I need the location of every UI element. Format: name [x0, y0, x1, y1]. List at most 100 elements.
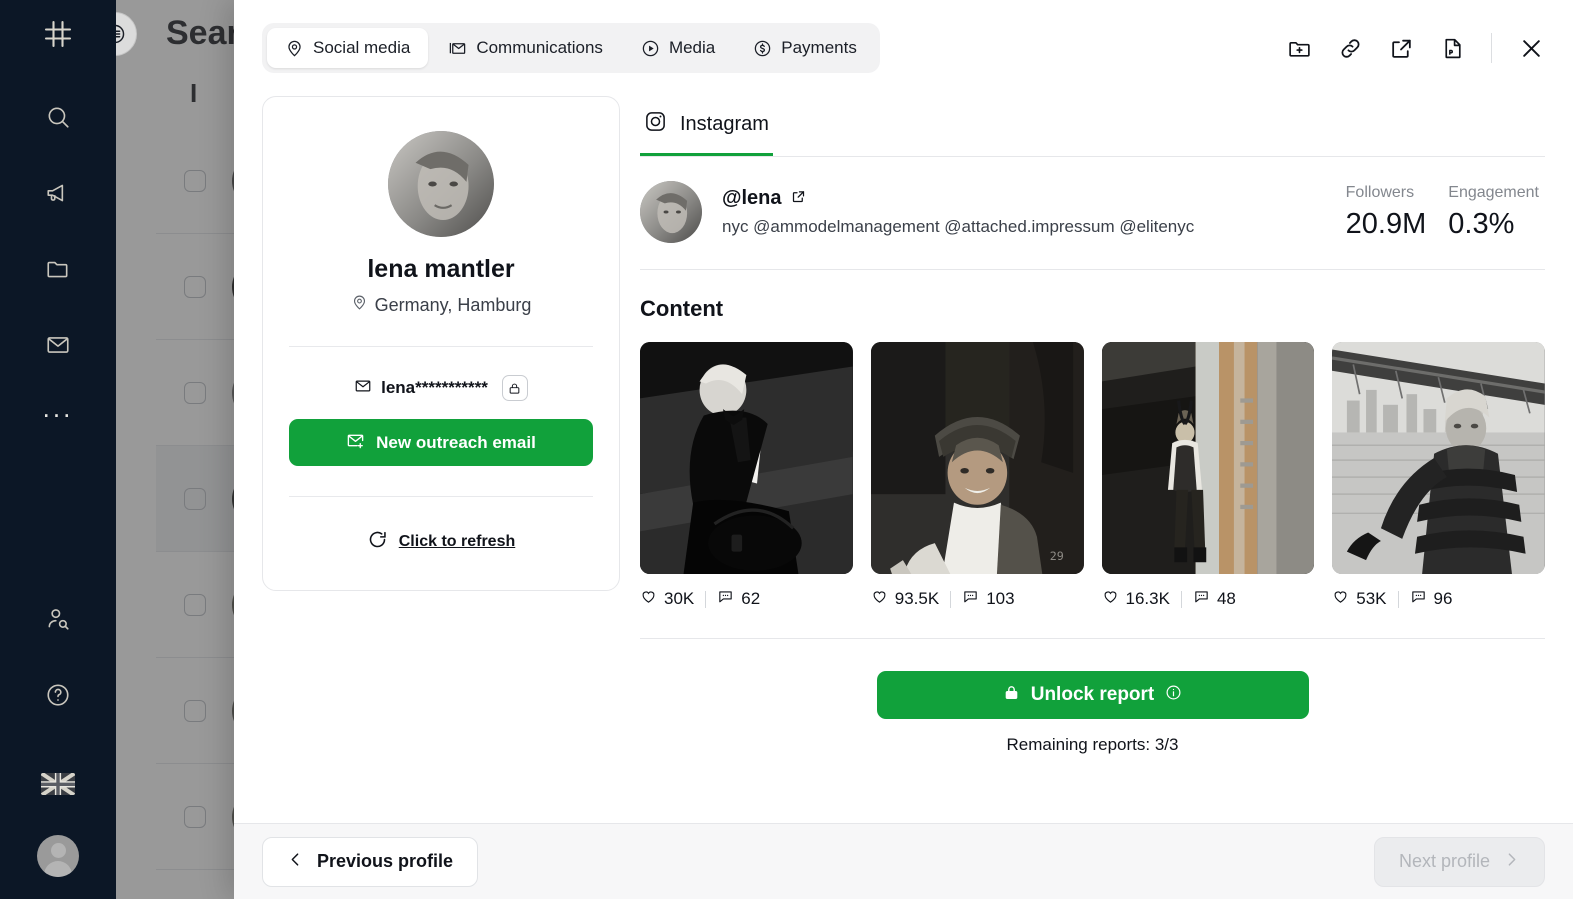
new-outreach-email-button[interactable]: New outreach email — [289, 419, 593, 466]
post-stats: 93.5K 103 — [871, 588, 1084, 610]
refresh-button[interactable]: Click to refresh — [367, 529, 515, 555]
sidebar-item-mail[interactable] — [35, 322, 81, 368]
profile-location-label: Germany, Hamburg — [374, 294, 532, 315]
sliders-logo-icon[interactable] — [40, 16, 76, 57]
map-pin-icon — [351, 294, 368, 316]
post-stats: 16.3K 48 — [1102, 588, 1315, 610]
post-likes-value: 93.5K — [894, 589, 940, 608]
sidebar-item-campaigns[interactable] — [35, 170, 81, 216]
unlock-section: Unlock report Remaining reports: 3/3 — [640, 638, 1545, 755]
post-comments: 96 — [1410, 588, 1453, 610]
post-stats: 30K 62 — [640, 588, 853, 610]
instagram-icon — [644, 110, 667, 139]
post-likes-value: 53K — [1356, 589, 1387, 608]
sidebar-item-find-creators[interactable] — [35, 596, 81, 642]
post-comments-value: 96 — [1433, 589, 1453, 608]
play-circle-icon — [641, 39, 660, 58]
sidebar-item-folders[interactable] — [35, 246, 81, 292]
link-icon[interactable] — [1338, 36, 1363, 61]
header-divider — [1491, 33, 1492, 63]
at-pin-icon — [285, 39, 304, 58]
sidebar-item-more[interactable]: ... — [43, 395, 74, 421]
profile-avatar — [388, 131, 494, 237]
stat-engagement: Engagement 0.3% — [1448, 184, 1539, 241]
platform-bio: nyc @ammodelmanagement @attached.impress… — [722, 217, 1195, 236]
stat-divider — [1397, 590, 1399, 608]
platform-tabbar: Instagram — [640, 104, 1545, 157]
uk-flag-icon[interactable] — [35, 761, 81, 807]
content-post: 53K 96 — [1332, 342, 1545, 610]
post-likes: 53K — [1332, 588, 1387, 610]
heart-icon — [1102, 588, 1119, 610]
profile-email-masked: lena*********** — [381, 378, 488, 397]
stat-value: 20.9M — [1345, 207, 1427, 240]
tab-label: Media — [668, 38, 716, 57]
modal-body: lena mantler Germany, Hamburg lena******… — [234, 96, 1573, 823]
pdf-file-icon[interactable] — [1440, 36, 1465, 61]
tab-instagram-label: Instagram — [680, 113, 769, 135]
folder-plus-icon[interactable] — [1287, 36, 1312, 61]
stat-followers: Followers 20.9M — [1346, 184, 1427, 241]
post-likes-value: 30K — [664, 589, 695, 608]
unlock-report-label: Unlock report — [1030, 684, 1155, 705]
external-link-icon[interactable] — [791, 187, 806, 210]
profile-modal: Social media Communications Media Paymen… — [234, 0, 1573, 899]
header-actions — [1287, 33, 1545, 63]
lock-icon[interactable] — [501, 375, 528, 401]
next-profile-label: Next profile — [1398, 851, 1490, 871]
comment-icon — [1193, 588, 1210, 610]
modal-tabs: Social media Communications Media Paymen… — [262, 23, 880, 73]
post-thumbnail[interactable]: 29 — [870, 342, 1084, 574]
tab-label: Payments — [781, 38, 857, 57]
post-thumbnail[interactable] — [640, 342, 853, 574]
lock-icon — [1003, 684, 1020, 707]
stat-value: 0.3% — [1448, 207, 1515, 240]
profile-email: lena*********** — [354, 375, 528, 401]
profile-name: lena mantler — [367, 255, 515, 283]
post-likes: 93.5K — [871, 588, 939, 610]
post-thumbnail[interactable] — [1101, 342, 1315, 574]
tab-media[interactable]: Media — [623, 28, 733, 68]
content-post: 30K 62 — [640, 342, 853, 610]
sidebar-item-search[interactable] — [35, 94, 81, 140]
tab-payments[interactable]: Payments — [735, 28, 875, 68]
mail-plus-icon — [346, 431, 365, 455]
post-comments-value: 62 — [741, 589, 761, 608]
tab-communications[interactable]: Communications — [430, 28, 621, 68]
stat-divider — [1180, 590, 1182, 608]
modal-header: Social media Communications Media Paymen… — [234, 0, 1573, 96]
heart-icon — [871, 588, 888, 610]
content-grid: 30K 62 29 93.5K 103 16.3K 48 53K 96 — [640, 342, 1545, 610]
stat-label: Engagement — [1448, 183, 1539, 201]
refresh-label: Click to refresh — [398, 533, 516, 550]
info-icon[interactable] — [1165, 684, 1182, 707]
sidebar: ... — [0, 0, 116, 899]
content-post: 16.3K 48 — [1101, 342, 1315, 610]
new-outreach-email-label: New outreach email — [376, 432, 536, 452]
close-icon[interactable] — [1518, 35, 1545, 62]
tab-instagram[interactable]: Instagram — [640, 104, 773, 156]
tab-social-media[interactable]: Social media — [267, 28, 429, 68]
card-divider — [289, 346, 593, 347]
post-likes: 30K — [640, 588, 694, 610]
comment-icon — [962, 588, 979, 610]
external-link-icon[interactable] — [1389, 36, 1414, 61]
mail-icon — [354, 377, 372, 400]
platform-meta: @lena nyc @ammodelmanagement @attached.i… — [722, 187, 1194, 237]
card-divider-2 — [289, 496, 593, 497]
platform-handle[interactable]: @lena — [722, 187, 1194, 210]
sidebar-item-help[interactable] — [35, 672, 81, 718]
dollar-circle-icon — [753, 39, 772, 58]
profile-card: lena mantler Germany, Hamburg lena******… — [262, 96, 620, 591]
content-heading: Content — [640, 296, 724, 321]
previous-profile-button[interactable]: Previous profile — [262, 836, 479, 887]
stat-divider — [705, 590, 707, 608]
profile-location: Germany, Hamburg — [351, 294, 532, 316]
platform-panel: Instagram @lena nyc @ammodelmanagement @… — [640, 96, 1545, 823]
svg-text:29: 29 — [1049, 549, 1063, 563]
account-avatar[interactable] — [37, 835, 79, 877]
unlock-report-button[interactable]: Unlock report — [876, 671, 1309, 719]
post-comments: 62 — [717, 588, 760, 610]
tab-label: Social media — [313, 38, 411, 57]
post-thumbnail[interactable] — [1332, 342, 1545, 574]
